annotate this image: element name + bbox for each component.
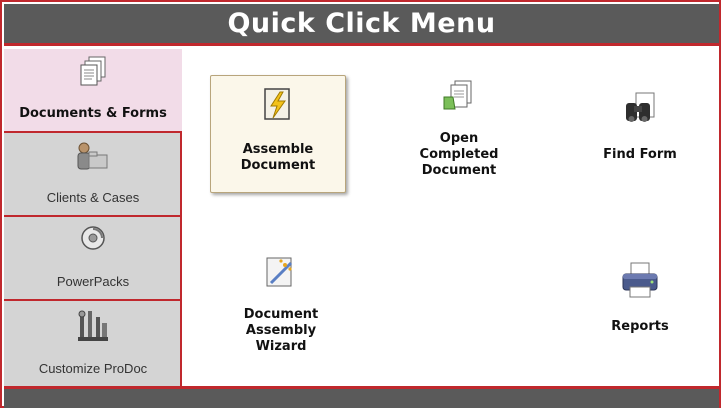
tile-label: Document Assembly Wizard <box>243 307 319 354</box>
reports-button[interactable]: Reports <box>580 261 700 361</box>
bottom-bar <box>4 386 719 408</box>
sidebar: Documents & Forms Clients & Cases PowerP… <box>4 49 182 386</box>
printer-icon <box>620 261 660 303</box>
sidebar-item-documents-forms[interactable]: Documents & Forms <box>4 49 182 133</box>
title-bar: Quick Click Menu <box>4 4 719 46</box>
sidebar-item-label: Documents & Forms <box>19 106 167 121</box>
disc-icon <box>78 223 108 257</box>
sidebar-item-clients-cases[interactable]: Clients & Cases <box>4 133 182 217</box>
documents-stack-icon <box>75 55 111 95</box>
assemble-document-button[interactable]: Assemble Document <box>210 75 346 193</box>
tile-label: Assemble Document <box>240 142 316 173</box>
open-document-icon <box>441 79 477 119</box>
tile-label: Open Completed Document <box>419 131 499 178</box>
sidebar-item-label: Customize ProDoc <box>38 361 148 376</box>
sidebar-item-label: PowerPacks <box>56 274 130 289</box>
quick-click-window: Quick Click Menu Documents & Forms Clien… <box>0 0 721 408</box>
sidebar-item-label: Clients & Cases <box>46 190 140 205</box>
tile-label: Find Form <box>603 147 677 162</box>
tools-icon <box>74 307 112 349</box>
sidebar-item-customize-prodoc[interactable]: Customize ProDoc <box>4 301 182 386</box>
wizard-wand-icon <box>263 255 299 295</box>
main-panel: Assemble Document Open Completed Documen… <box>184 49 719 386</box>
binoculars-icon <box>622 91 658 129</box>
window-title: Quick Click Menu <box>227 8 496 39</box>
document-assembly-wizard-button[interactable]: Document Assembly Wizard <box>216 255 346 375</box>
open-completed-document-button[interactable]: Open Completed Document <box>389 79 529 199</box>
client-folder-icon <box>73 139 113 179</box>
lightning-document-icon <box>261 86 295 128</box>
find-form-button[interactable]: Find Form <box>580 91 700 181</box>
sidebar-item-powerpacks[interactable]: PowerPacks <box>4 217 182 301</box>
tile-label: Reports <box>611 319 669 334</box>
